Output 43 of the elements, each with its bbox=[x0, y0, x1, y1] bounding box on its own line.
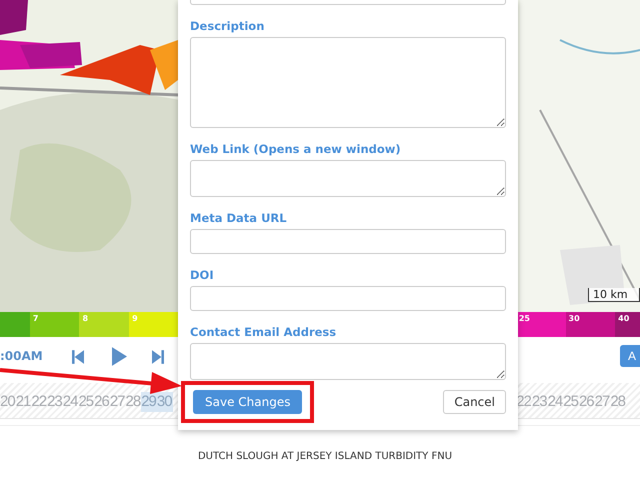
day-label[interactable]: 22 bbox=[31, 392, 48, 412]
scale-bar: 10 km bbox=[588, 288, 640, 302]
day-label[interactable]: 21 bbox=[16, 392, 32, 412]
skip-forward-icon[interactable] bbox=[152, 350, 164, 364]
text-area[interactable] bbox=[190, 343, 506, 380]
chart-title: DUTCH SLOUGH AT JERSEY ISLAND TURBIDITY FNU bbox=[198, 450, 452, 462]
day-label[interactable]: 24 bbox=[548, 392, 564, 412]
play-icon[interactable] bbox=[112, 347, 127, 366]
field-label: DOI bbox=[190, 268, 214, 282]
day-label[interactable]: 23 bbox=[532, 392, 548, 412]
field-label: Web Link (Opens a new window) bbox=[190, 142, 401, 156]
field-label: Contact Email Address bbox=[190, 325, 336, 339]
day-label[interactable]: 28 bbox=[126, 392, 142, 412]
day-label[interactable]: 26 bbox=[94, 392, 110, 412]
legend-segment: 30 bbox=[566, 312, 616, 337]
legend-segment: 9 bbox=[129, 312, 179, 337]
input-field[interactable] bbox=[190, 229, 506, 254]
day-label[interactable]: 23 bbox=[47, 392, 63, 412]
time-label: :00AM bbox=[0, 349, 43, 363]
day-label[interactable]: 27 bbox=[110, 392, 126, 412]
day-label[interactable]: 30 bbox=[156, 392, 173, 412]
action-button[interactable]: A bbox=[620, 345, 640, 367]
field-label: Meta Data URL bbox=[190, 211, 287, 225]
save-button[interactable]: Save Changes bbox=[193, 390, 302, 414]
day-label[interactable]: 28 bbox=[610, 392, 626, 412]
day-label[interactable]: 25 bbox=[563, 392, 579, 412]
skip-back-icon[interactable] bbox=[72, 350, 84, 364]
text-area[interactable] bbox=[190, 37, 506, 128]
day-label[interactable]: 25 bbox=[78, 392, 94, 412]
field-label: Description bbox=[190, 19, 264, 33]
legend-segment: 40 bbox=[615, 312, 640, 337]
legend-segment: 8 bbox=[79, 312, 130, 337]
day-label[interactable]: 20 bbox=[0, 392, 16, 412]
day-label[interactable]: 29 bbox=[141, 392, 157, 412]
day-label[interactable]: 27 bbox=[594, 392, 610, 412]
day-label[interactable]: 26 bbox=[578, 392, 595, 412]
legend-segment: 25 bbox=[516, 312, 566, 337]
day-label[interactable]: 24 bbox=[62, 392, 78, 412]
cancel-button[interactable]: Cancel bbox=[443, 390, 506, 414]
legend-segment: 7 bbox=[30, 312, 80, 337]
input-field[interactable] bbox=[190, 286, 506, 311]
text-area[interactable] bbox=[190, 160, 506, 197]
text-area[interactable] bbox=[190, 0, 506, 5]
